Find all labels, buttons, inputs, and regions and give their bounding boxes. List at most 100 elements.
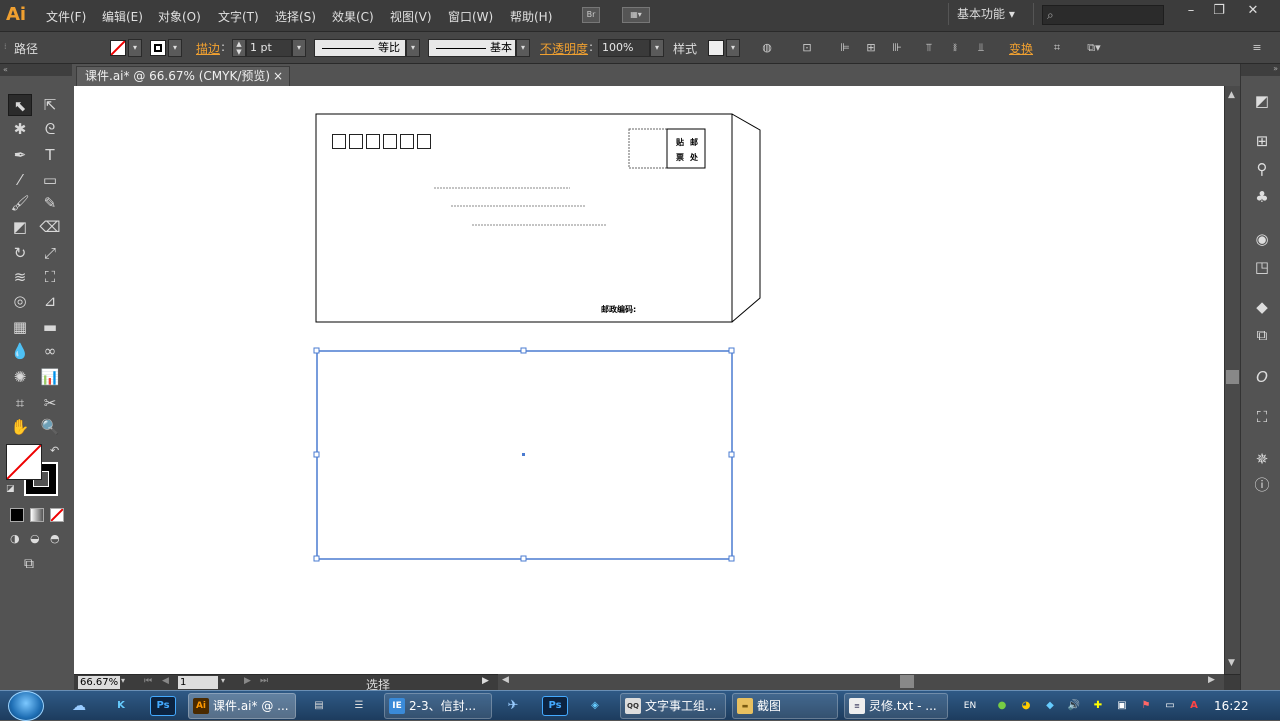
variable-width-profile[interactable]: 等比	[314, 39, 406, 57]
blend-tool-icon[interactable]: ∞	[38, 340, 62, 362]
menu-type[interactable]: 文字(T)	[218, 8, 259, 25]
perspective-grid-tool-icon[interactable]: ⊿	[38, 290, 62, 312]
scroll-down-icon[interactable]: ▼	[1228, 658, 1235, 668]
free-transform-tool-icon[interactable]: ⛶	[38, 266, 62, 288]
artboards-panel-icon[interactable]: ⧉	[1251, 324, 1273, 346]
stroke-weight-field[interactable]: 1 pt	[246, 39, 292, 57]
tools-panel-header[interactable]: «	[0, 64, 72, 76]
qq-tray-icon[interactable]: ◕	[1018, 698, 1034, 714]
document-app-icon[interactable]: ▤	[306, 694, 332, 718]
explorer-list-icon[interactable]: ☰	[346, 694, 372, 718]
bridge-icon[interactable]: Br	[582, 7, 600, 23]
volume-tray-icon[interactable]: 🔊	[1066, 698, 1082, 714]
canvas[interactable]: 贴 邮 票 处 邮政编码:	[74, 86, 1224, 674]
align-bottom-icon[interactable]: ⫫	[974, 41, 988, 55]
symbols-panel-icon[interactable]: ♣	[1251, 186, 1273, 208]
scroll-up-icon[interactable]: ▲	[1228, 90, 1235, 100]
taskbar-qq-button[interactable]: QQ 文字事工组...	[620, 693, 726, 719]
menu-file[interactable]: 文件(F)	[46, 8, 86, 25]
rotate-tool-icon[interactable]: ↻	[8, 242, 32, 264]
shape-builder-tool-icon[interactable]: ◎	[8, 290, 32, 312]
gradient-tool-icon[interactable]: ▬	[38, 316, 62, 338]
next-artboard-icon[interactable]: ▶	[244, 676, 251, 686]
last-artboard-icon[interactable]: ⏭	[260, 676, 268, 686]
profile-dropdown[interactable]: ▾	[406, 39, 420, 57]
network-tray-icon[interactable]: ◆	[1042, 698, 1058, 714]
first-artboard-icon[interactable]: ⏮	[144, 676, 152, 686]
stroke-dropdown[interactable]: ▾	[168, 39, 182, 57]
pen-tool-icon[interactable]: ✒	[8, 144, 32, 166]
arrange-documents-icon[interactable]: ▦▾	[622, 7, 650, 23]
menu-select[interactable]: 选择(S)	[275, 8, 316, 25]
opentype-panel-icon[interactable]: O	[1251, 366, 1273, 388]
panel-menu-icon[interactable]: ≡	[1250, 41, 1264, 55]
scroll-left-icon[interactable]: ◀	[502, 675, 509, 685]
flag-tray-icon[interactable]: ⚑	[1138, 698, 1154, 714]
minimize-button[interactable]: –	[1176, 2, 1206, 20]
monitor-tray-icon[interactable]: ▭	[1162, 698, 1178, 714]
graphic-styles-panel-icon[interactable]: ◳	[1251, 256, 1273, 278]
zoom-tool-icon[interactable]: 🔍	[38, 416, 62, 438]
align-center-icon[interactable]: ⊞	[864, 41, 878, 55]
menu-view[interactable]: 视图(V)	[390, 8, 432, 25]
stroke-weight-stepper[interactable]: ▲ ▼	[232, 39, 246, 57]
default-fill-stroke-icon[interactable]: ◪	[6, 484, 15, 494]
wechat-tray-icon[interactable]: ●	[994, 698, 1010, 714]
artboard-tool-icon[interactable]: ⌗	[8, 392, 32, 414]
menu-effect[interactable]: 效果(C)	[332, 8, 374, 25]
scale-tool-icon[interactable]: ⤢	[38, 242, 62, 264]
navigator-panel-icon[interactable]: ◩	[1251, 90, 1273, 112]
document-tab[interactable]: 课件.ai* @ 66.67% (CMYK/预览) ×	[76, 66, 290, 86]
draw-behind-icon[interactable]: ◒	[30, 532, 40, 545]
taskbar-browser-button[interactable]: IE 2-3、信封...	[384, 693, 492, 719]
appearance-panel-icon[interactable]: ◉	[1251, 228, 1273, 250]
transform-panel-icon[interactable]: ⛶	[1251, 406, 1273, 428]
align-to-icon[interactable]: ⊡	[800, 41, 814, 55]
swatches-panel-icon[interactable]: ⊞	[1251, 130, 1273, 152]
paintbrush-tool-icon[interactable]: 🖌	[8, 192, 32, 214]
isolate-icon[interactable]: ⌗	[1050, 41, 1064, 55]
style-dropdown[interactable]: ▾	[726, 39, 740, 57]
menu-window[interactable]: 窗口(W)	[448, 8, 493, 25]
draw-normal-icon[interactable]: ◑	[10, 532, 20, 545]
width-tool-icon[interactable]: ≋	[8, 266, 32, 288]
slice-tool-icon[interactable]: ✂	[38, 392, 62, 414]
graphic-style-swatch[interactable]	[708, 40, 724, 56]
start-button[interactable]	[8, 691, 44, 721]
transform-label[interactable]: 变换	[1009, 40, 1033, 57]
eraser-tool-icon[interactable]: ⌫	[38, 216, 62, 238]
align-vcenter-icon[interactable]: ⧚	[948, 41, 962, 55]
opacity-field[interactable]: 100%	[598, 39, 650, 57]
menu-edit[interactable]: 编辑(E)	[102, 8, 143, 25]
rectangle-tool-icon[interactable]: ▭	[38, 169, 62, 191]
photoshop-pin-icon[interactable]: Ps	[150, 696, 176, 716]
opacity-dropdown[interactable]: ▾	[650, 39, 664, 57]
scroll-right-icon[interactable]: ▶	[1208, 675, 1215, 685]
opacity-label[interactable]: 不透明度	[540, 40, 588, 57]
device-tray-icon[interactable]: ▣	[1114, 698, 1130, 714]
taskbar-clock[interactable]: 16:22	[1214, 699, 1249, 713]
taskbar-folder-button[interactable]: ▬ 截图	[732, 693, 838, 719]
k-app-icon[interactable]: K	[108, 694, 134, 718]
brush-definition[interactable]: 基本	[428, 39, 516, 57]
line-tool-icon[interactable]: ⁄	[8, 169, 32, 191]
none-mode-icon[interactable]	[50, 508, 64, 522]
search-input[interactable]: ⌕	[1042, 5, 1164, 25]
workspace-switcher[interactable]: 基本功能 ▾	[948, 3, 1034, 25]
prev-artboard-icon[interactable]: ◀	[162, 676, 169, 686]
gradient-mode-icon[interactable]	[30, 508, 44, 522]
photoshop-running-icon[interactable]: Ps	[542, 696, 568, 716]
stroke-label[interactable]: 描边	[196, 40, 220, 57]
restore-button[interactable]: ❐	[1204, 2, 1234, 20]
blob-brush-tool-icon[interactable]: ◩	[8, 216, 32, 238]
more-options-icon[interactable]: ⧉▾	[1082, 41, 1106, 55]
selection-tool-icon[interactable]: ⬉	[8, 94, 32, 116]
fill-swatch[interactable]	[110, 40, 126, 56]
horizontal-scroll-thumb[interactable]	[900, 675, 914, 688]
hand-tool-icon[interactable]: ✋	[8, 416, 32, 438]
layers-panel-icon[interactable]: ◆	[1251, 296, 1273, 318]
fill-dropdown[interactable]: ▾	[128, 39, 142, 57]
stroke-swatch[interactable]	[150, 40, 166, 56]
symbol-sprayer-tool-icon[interactable]: ✺	[8, 366, 32, 388]
color-mode-icon[interactable]	[10, 508, 24, 522]
